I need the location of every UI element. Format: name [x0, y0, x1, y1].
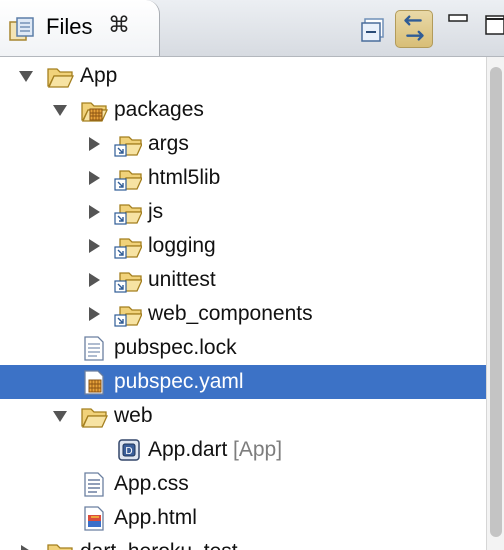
svg-text:D: D	[125, 446, 132, 457]
html-file-icon	[84, 506, 104, 531]
tree-row[interactable]: App.css	[0, 467, 486, 501]
collapsed-arrow-icon[interactable]	[86, 306, 102, 322]
linked-folder-icon	[114, 272, 142, 293]
maximize-icon[interactable]	[484, 14, 504, 36]
vertical-scrollbar[interactable]	[486, 57, 504, 550]
css-file-icon	[84, 472, 104, 497]
view-title-bar: Files ⌘	[0, 0, 504, 57]
tree-row[interactable]: args	[0, 127, 486, 161]
tree-item-label: App.html	[114, 506, 197, 529]
tree-item-label: App.dart	[148, 438, 228, 461]
tree-row[interactable]: App	[0, 59, 486, 93]
tree-row[interactable]: js	[0, 195, 486, 229]
tree-row[interactable]: unittest	[0, 263, 486, 297]
tree-row[interactable]: packages	[0, 93, 486, 127]
files-view-icon	[9, 17, 34, 41]
packages-folder-icon	[81, 102, 108, 122]
open-folder-icon	[81, 408, 108, 428]
dart-file-icon: D	[118, 439, 140, 461]
tree-item-label: App	[80, 64, 118, 87]
linked-folder-icon	[114, 170, 142, 191]
tree-item-label: js	[148, 200, 164, 223]
tree-item-label: pubspec.yaml	[114, 370, 244, 393]
link-with-editor-icon	[404, 15, 424, 41]
tree-row[interactable]: html5lib	[0, 161, 486, 195]
tree-row[interactable]: App.html	[0, 501, 486, 535]
linked-folder-icon	[114, 238, 142, 259]
tree-row[interactable]: web	[0, 399, 486, 433]
tree-item-label: web_components	[148, 302, 313, 325]
minimize-icon[interactable]	[448, 14, 470, 30]
text-file-icon	[84, 336, 104, 361]
tree-row[interactable]: D App.dart [App]	[0, 433, 486, 467]
linked-folder-icon	[114, 136, 142, 157]
tab-files[interactable]: Files ⌘	[0, 0, 160, 56]
tree-item-label: packages	[114, 98, 204, 121]
tree-item-label: logging	[148, 234, 216, 257]
open-folder-icon	[47, 68, 74, 88]
tab-label: Files	[46, 14, 93, 39]
tree-item-label: pubspec.lock	[114, 336, 237, 359]
collapsed-arrow-icon[interactable]	[86, 238, 102, 254]
yaml-file-icon	[84, 370, 104, 395]
tree-item-label: dart_heroku_test	[80, 540, 238, 550]
tree-row[interactable]: dart_heroku_test	[0, 535, 486, 550]
tree-row[interactable]: pubspec.yaml	[0, 365, 486, 399]
expanded-arrow-icon[interactable]	[52, 408, 68, 424]
linked-folder-icon	[114, 204, 142, 225]
tree-item-label: unittest	[148, 268, 216, 291]
link-with-editor-button[interactable]	[395, 10, 433, 48]
files-tree[interactable]: App packages args html5lib js logging unittest…	[0, 57, 486, 550]
tree-row[interactable]: web_components	[0, 297, 486, 331]
expanded-arrow-icon[interactable]	[52, 102, 68, 118]
tree-row[interactable]: pubspec.lock	[0, 331, 486, 365]
closed-folder-icon	[47, 544, 73, 550]
collapse-all-icon[interactable]	[360, 17, 386, 43]
tree-item-label: args	[148, 132, 189, 155]
collapsed-arrow-icon[interactable]	[86, 170, 102, 186]
close-icon[interactable]: ⌘	[108, 13, 130, 37]
linked-folder-icon	[114, 306, 142, 327]
scrollbar-thumb[interactable]	[490, 67, 502, 537]
collapsed-arrow-icon[interactable]	[86, 136, 102, 152]
tree-row[interactable]: logging	[0, 229, 486, 263]
tree-item-project-suffix: [App]	[233, 438, 283, 461]
expanded-arrow-icon[interactable]	[18, 68, 34, 84]
collapsed-arrow-icon[interactable]	[86, 204, 102, 220]
tree-item-label: web	[114, 404, 153, 427]
tree-item-label: App.css	[114, 472, 189, 495]
collapsed-arrow-icon[interactable]	[18, 544, 34, 550]
collapsed-arrow-icon[interactable]	[86, 272, 102, 288]
tree-item-label: html5lib	[148, 166, 221, 189]
